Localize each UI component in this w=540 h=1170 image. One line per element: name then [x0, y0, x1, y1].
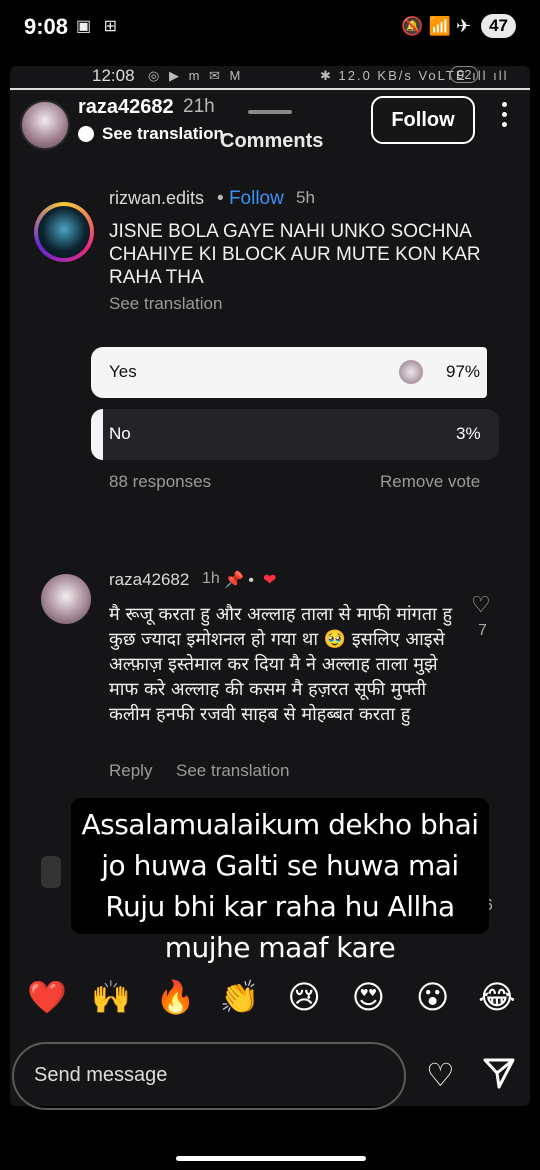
reply-see-translation[interactable]: See translation — [176, 761, 289, 781]
story-frame: 12:08 ◎ ▶ m ✉ M ✱ 12.0 KB/s VoLTE ıll ıl… — [10, 66, 530, 1106]
poll-option-no-percent: 3% — [456, 424, 481, 443]
emoji-reaction[interactable]: 😍 — [345, 978, 391, 1016]
inner-time: 12:08 — [92, 66, 135, 85]
pin-icon: 📌 • — [224, 572, 254, 589]
like-story-heart-icon[interactable]: ♡ — [426, 1056, 455, 1094]
reply-time: 1h — [202, 570, 220, 587]
follow-link-label: Follow — [228, 188, 284, 209]
send-message-placeholder: Send message — [34, 1064, 168, 1086]
comment-username[interactable]: rizwan.edits — [109, 188, 204, 209]
reply-avatar[interactable] — [41, 574, 91, 624]
send-icon[interactable] — [482, 1056, 516, 1095]
drag-handle[interactable] — [248, 110, 292, 114]
device-status-bar: 9:08 ▣ ⊞ 🔕 📶 ✈ 47 — [0, 0, 540, 60]
poll-option-no-fill — [91, 409, 103, 460]
comment-time: 5h — [296, 188, 315, 207]
emoji-reaction-row: ❤️ 🙌 🔥 👏 😢 😍 😮 😂 — [24, 978, 520, 1016]
translate-icon — [78, 126, 94, 142]
status-time: 9:08 — [24, 14, 69, 39]
reply-username[interactable]: raza42682 — [109, 570, 189, 590]
poll-option-no[interactable] — [91, 409, 499, 460]
mute-wifi-airplane-icons: 🔕 📶 ✈ — [401, 15, 472, 36]
reply-text: मै रूजू करता हु और अल्लाह ताला से माफी म… — [109, 604, 453, 725]
emoji-reaction[interactable]: 😢 — [281, 978, 327, 1016]
battery-icon: 47 — [481, 14, 516, 38]
reply-button[interactable]: Reply — [109, 761, 152, 781]
emoji-reaction[interactable]: 😮 — [410, 978, 456, 1016]
emoji-reaction[interactable]: 👏 — [217, 978, 263, 1016]
poll-option-yes-label: Yes — [109, 362, 137, 381]
story-see-translation[interactable]: See translation — [78, 124, 224, 144]
story-time: 21h — [183, 96, 215, 117]
inner-signal-icons: ✱ 12.0 KB/s VoLTE ıll ıll — [320, 68, 509, 83]
story-overlay-text: Assalamualaikum dekho bhai jo huwa Galti… — [81, 808, 479, 964]
like-count: 7 — [478, 622, 487, 639]
story-see-translation-label: See translation — [102, 124, 224, 143]
emoji-reaction[interactable]: ❤️ — [24, 978, 70, 1016]
poll-option-no-label: No — [109, 424, 131, 443]
commenter-avatar[interactable] — [34, 202, 94, 262]
emoji-reaction[interactable]: 😂 — [474, 978, 520, 1016]
status-right-icons: 🔕 📶 ✈ 47 — [401, 14, 516, 38]
story-owner-avatar[interactable] — [20, 100, 70, 150]
status-left-icons: ▣ ⊞ — [76, 18, 121, 35]
comment-text: JISNE BOLA GAYE NAHI UNKO SOCHNA CHAHIYE… — [109, 221, 481, 288]
emoji-reaction[interactable]: 🔥 — [153, 978, 199, 1016]
more-options-icon[interactable] — [500, 102, 508, 127]
home-indicator[interactable] — [176, 1156, 366, 1161]
emoji-reaction[interactable]: 🙌 — [88, 978, 134, 1016]
follow-button[interactable]: Follow — [371, 96, 475, 144]
like-heart-icon[interactable]: ♡ — [471, 592, 491, 618]
creator-heart-icon: ❤ — [263, 572, 277, 589]
comments-title: Comments — [220, 130, 324, 152]
inner-status-bar: 12:08 ◎ ▶ m ✉ M ✱ 12.0 KB/s VoLTE ıll ıl… — [10, 66, 530, 90]
poll-voter-avatar — [399, 360, 423, 384]
poll-option-yes[interactable] — [91, 347, 487, 398]
comment-follow-link[interactable]: • Follow — [217, 188, 284, 210]
poll-option-yes-percent: 97% — [446, 362, 481, 381]
story-owner-username[interactable]: raza42682 — [78, 96, 174, 119]
inner-app-icons: ◎ ▶ m ✉ M — [148, 68, 244, 83]
poll-responses-count[interactable]: 88 responses — [109, 472, 211, 492]
inner-battery-icon: 92 — [450, 66, 479, 83]
comment-see-translation[interactable]: See translation — [109, 294, 222, 314]
separator-dot: • — [217, 188, 224, 209]
hidden-comment-avatar[interactable] — [41, 856, 61, 888]
remove-vote-button[interactable]: Remove vote — [380, 472, 480, 492]
